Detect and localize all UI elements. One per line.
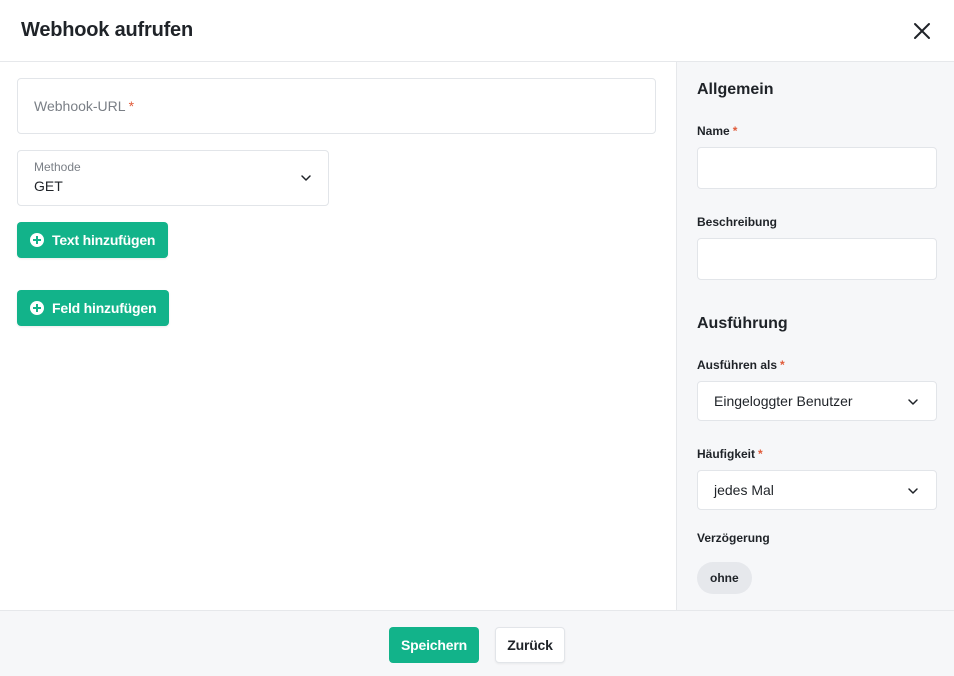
execution-section-title: Ausführung [697,315,788,332]
name-label: Name * [697,124,737,138]
frequency-label-text: Häufigkeit [697,447,756,461]
description-label: Beschreibung [697,215,778,229]
settings-sidebar: Allgemein Name * Beschreibung Ausführung … [677,62,954,610]
delay-label: Verzögerung [697,531,770,545]
plus-circle-icon [30,233,44,247]
execute-as-label: Ausführen als * [697,358,785,372]
add-field-label: Feld hinzufügen [52,300,157,316]
frequency-select[interactable]: jedes Mal [697,470,937,510]
add-text-button[interactable]: Text hinzufügen [17,222,169,258]
dialog-header: Webhook aufrufen [0,0,954,62]
frequency-value: jedes Mal [714,482,774,498]
name-label-text: Name [697,124,730,138]
dialog-title: Webhook aufrufen [21,19,193,41]
required-marker: * [780,358,785,372]
dialog-footer: Speichern Zurück [0,610,954,676]
add-text-label: Text hinzufügen [52,232,156,248]
required-marker: * [732,124,738,138]
required-marker: * [128,98,135,114]
webhook-config-pane: Webhook-URL * Methode GET Text hinzufüge… [0,62,677,610]
back-button[interactable]: Zurück [495,627,565,663]
method-value: GET [34,178,63,194]
description-input[interactable] [697,238,937,280]
execute-as-select[interactable]: Eingeloggter Benutzer [697,381,937,421]
execute-as-value: Eingeloggter Benutzer [714,393,853,409]
chevron-down-icon [908,399,918,405]
close-icon [914,22,930,39]
webhook-dialog: Webhook aufrufen Webhook-URL * Methode G… [0,0,954,676]
frequency-label: Häufigkeit * [697,447,763,461]
chevron-down-icon [908,488,918,494]
plus-circle-icon [30,301,44,315]
delay-chip[interactable]: ohne [697,562,752,594]
add-field-button[interactable]: Feld hinzufügen [17,290,170,326]
webhook-url-label: Webhook-URL [34,98,126,114]
close-button[interactable] [909,18,935,44]
general-section-title: Allgemein [697,81,774,98]
method-label: Methode [34,160,81,174]
method-select[interactable]: Methode GET [17,150,329,206]
name-input[interactable] [697,147,937,189]
webhook-url-input[interactable]: Webhook-URL * [17,78,656,134]
chevron-down-icon [301,175,311,181]
save-button[interactable]: Speichern [389,627,479,663]
execute-as-label-text: Ausführen als [697,358,778,372]
required-marker: * [758,447,763,461]
